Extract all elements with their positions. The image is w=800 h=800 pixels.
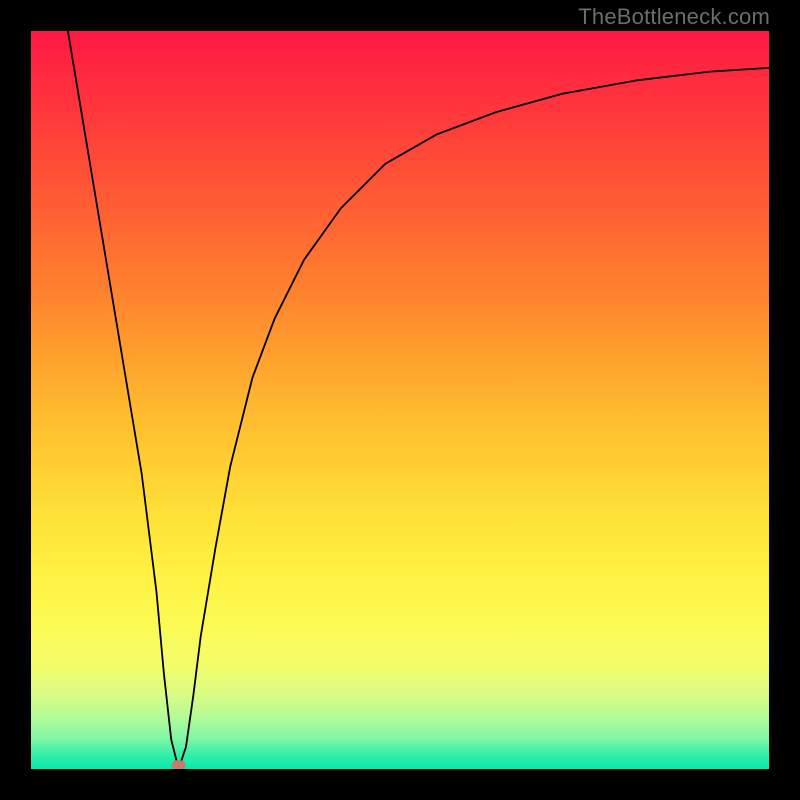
chart-svg xyxy=(31,31,769,769)
watermark-text: TheBottleneck.com xyxy=(578,4,770,30)
chart-marker-dot xyxy=(172,760,186,769)
chart-frame: TheBottleneck.com xyxy=(0,0,800,800)
plot-area xyxy=(31,31,769,769)
chart-line xyxy=(68,31,769,769)
